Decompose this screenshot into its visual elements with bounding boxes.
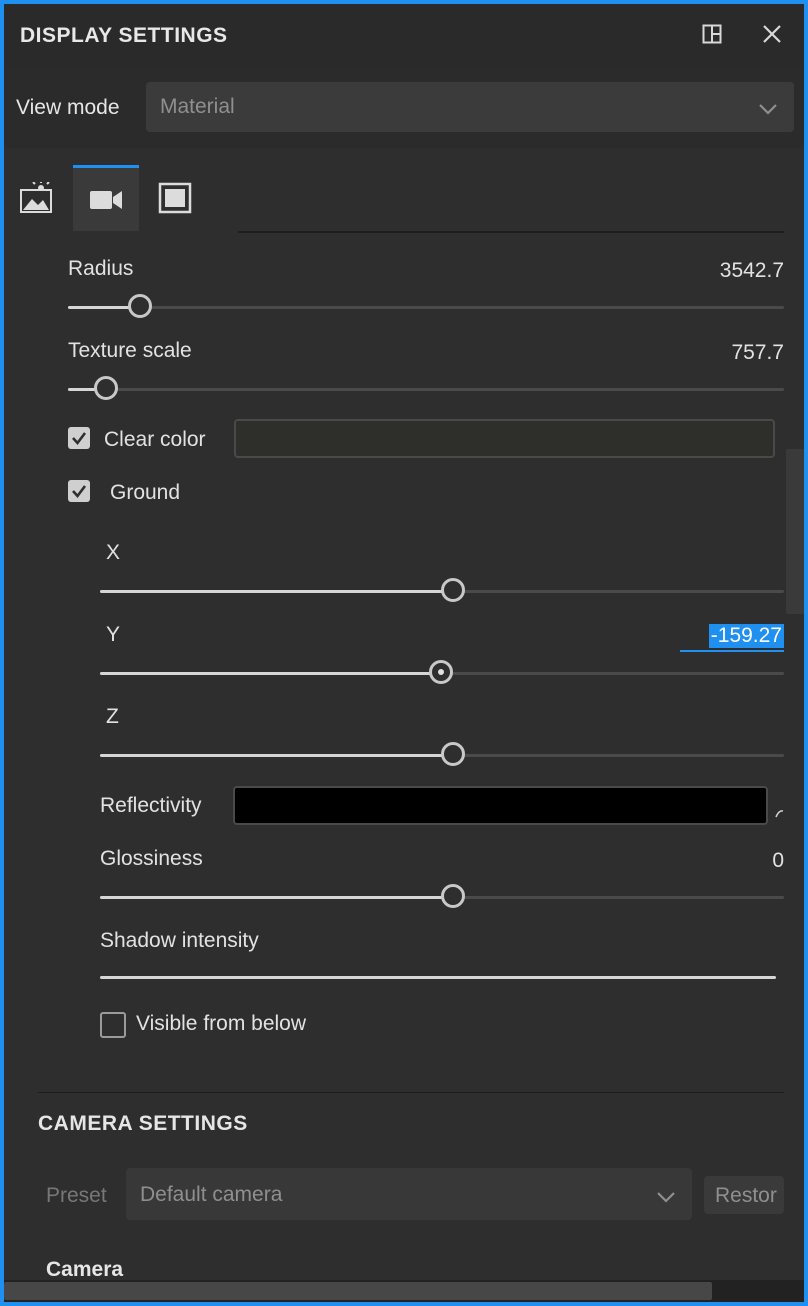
texture-scale-label: Texture scale xyxy=(68,339,192,362)
ground-x-fill xyxy=(100,590,446,593)
camera-settings-title: CAMERA SETTINGS xyxy=(38,1112,248,1135)
shadow-intensity-slider[interactable] xyxy=(100,964,780,990)
clear-color-swatch[interactable] xyxy=(234,419,775,458)
ground-x-label: X xyxy=(106,541,121,564)
horizontal-scrollbar[interactable] xyxy=(4,1282,712,1300)
shadow-intensity-label: Shadow intensity xyxy=(100,929,259,952)
ground-y-fill xyxy=(100,672,434,675)
ground-y-slider[interactable] xyxy=(100,660,784,686)
glossiness-label: Glossiness xyxy=(100,847,203,870)
tab-divider xyxy=(238,231,784,233)
view-mode-label: View mode xyxy=(16,96,120,119)
texture-scale-value[interactable]: 757.7 xyxy=(624,341,784,365)
radius-label: Radius xyxy=(68,257,134,280)
radius-thumb[interactable] xyxy=(128,294,152,318)
ground-z-fill xyxy=(100,754,446,757)
vertical-scrollbar[interactable] xyxy=(786,449,804,614)
panel-header: DISPLAY SETTINGS xyxy=(4,4,804,68)
ground-y-input[interactable]: -159.27 xyxy=(680,622,784,652)
ground-y-label: Y xyxy=(106,623,121,646)
restore-label: Restor xyxy=(715,1184,777,1207)
preset-value: Default camera xyxy=(140,1183,283,1206)
preset-select[interactable]: Default camera xyxy=(126,1168,692,1220)
reflectivity-swatch[interactable] xyxy=(233,786,768,825)
visible-from-below-checkbox[interactable] xyxy=(100,1012,126,1038)
glossiness-thumb[interactable] xyxy=(441,884,465,908)
radius-track xyxy=(68,306,784,309)
glossiness-value[interactable]: 0 xyxy=(704,849,784,873)
glossiness-fill xyxy=(100,896,446,899)
ground-z-slider[interactable] xyxy=(100,742,784,768)
ground-y-value: -159.27 xyxy=(708,624,784,648)
display-settings-panel: DISPLAY SETTINGS View mode Material Radi… xyxy=(0,0,808,1306)
pipette-icon[interactable] xyxy=(774,802,784,818)
layout-split-icon[interactable] xyxy=(696,18,728,50)
checkmark-icon xyxy=(72,485,87,499)
settings-tabs xyxy=(4,165,208,231)
glossiness-slider[interactable] xyxy=(100,884,784,910)
close-icon[interactable] xyxy=(756,18,788,50)
panel-title: DISPLAY SETTINGS xyxy=(20,24,228,47)
reflectivity-label: Reflectivity xyxy=(100,794,202,817)
radius-value[interactable]: 3542.7 xyxy=(624,259,784,283)
clear-color-label: Clear color xyxy=(104,428,206,451)
tab-environment[interactable] xyxy=(4,165,70,231)
ground-y-underline xyxy=(680,650,784,652)
chevron-down-icon xyxy=(758,98,778,122)
clear-color-checkbox[interactable] xyxy=(68,427,90,449)
view-mode-select[interactable]: Material xyxy=(146,82,794,132)
view-mode-row: View mode Material xyxy=(4,68,804,148)
camera-heading: Camera xyxy=(46,1258,124,1281)
section-divider xyxy=(38,1092,784,1093)
texture-scale-slider[interactable] xyxy=(68,376,784,402)
checkmark-icon xyxy=(72,432,87,446)
preset-label: Preset xyxy=(46,1184,107,1207)
texture-scale-thumb[interactable] xyxy=(94,376,118,400)
texture-scale-track xyxy=(68,388,784,391)
frame-icon xyxy=(158,182,192,214)
image-sun-icon xyxy=(20,182,52,213)
ground-x-thumb[interactable] xyxy=(441,578,465,602)
ground-x-slider[interactable] xyxy=(100,578,784,604)
tab-frame[interactable] xyxy=(142,165,208,231)
ground-label: Ground xyxy=(110,481,181,504)
chevron-down-icon xyxy=(656,1186,676,1210)
shadow-intensity-fill xyxy=(100,976,776,979)
view-mode-value: Material xyxy=(160,95,235,118)
restore-button[interactable]: Restor xyxy=(704,1176,784,1214)
ground-z-label: Z xyxy=(106,705,119,728)
ground-z-thumb[interactable] xyxy=(441,742,465,766)
radius-slider[interactable] xyxy=(68,294,784,320)
tab-camera[interactable] xyxy=(73,165,139,231)
video-camera-icon xyxy=(90,190,122,209)
ground-y-thumb[interactable] xyxy=(429,660,453,684)
visible-from-below-label: Visible from below xyxy=(136,1012,307,1035)
ground-checkbox[interactable] xyxy=(68,480,90,502)
